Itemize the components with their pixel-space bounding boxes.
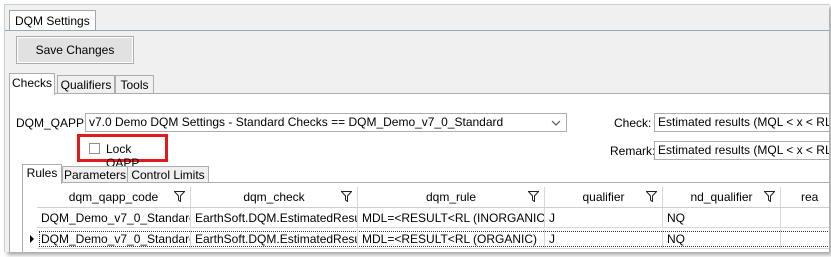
column-header-dqm-check[interactable]: dqm_check (191, 187, 358, 207)
filter-funnel-icon[interactable] (341, 191, 352, 202)
column-header-label: rea (801, 190, 819, 204)
column-header-label: dqm_rule (425, 190, 477, 204)
qapp-dropdown[interactable]: v7.0 Demo DQM Settings - Standard Checks… (85, 113, 567, 132)
cell-dqm-check[interactable]: EarthSoft.DQM.EstimatedResul (191, 229, 358, 249)
dqm-settings-window: DQM Settings Save Changes Checks Qualifi… (4, 4, 829, 252)
current-row-indicator-icon (30, 235, 34, 243)
cell-rea[interactable] (781, 229, 829, 249)
table-row[interactable]: DQM_Demo_v7_0_Standard EarthSoft.DQM.Est… (37, 229, 829, 249)
filter-funnel-icon[interactable] (174, 191, 185, 202)
filter-funnel-icon[interactable] (528, 191, 539, 202)
lock-qapp-highlight-box: Lock QAPP (77, 134, 168, 170)
cell-dqm-check[interactable]: EarthSoft.DQM.EstimatedResul (191, 208, 358, 228)
tab-tools[interactable]: Tools (115, 75, 154, 94)
grid-header: dqm_qapp_code dqm_check dqm_rule qualifi… (37, 187, 829, 208)
cell-dqm-rule[interactable]: MDL=<RESULT<RL (INORGANIC) (358, 208, 545, 228)
cell-dqm-rule[interactable]: MDL=<RESULT<RL (ORGANIC) (358, 229, 545, 249)
cell-nd-qualifier[interactable]: NQ (663, 208, 781, 228)
column-header-label: qualifier (582, 190, 625, 204)
tab-parameters[interactable]: Parameters (62, 166, 128, 183)
cell-dqm-qapp-code[interactable]: DQM_Demo_v7_0_Standard (37, 229, 191, 249)
remark-dropdown-value: Estimated results (MQL < x < RL) (658, 143, 829, 157)
column-header-dqm-rule[interactable]: dqm_rule (358, 187, 545, 207)
qapp-dropdown-value: v7.0 Demo DQM Settings - Standard Checks… (89, 115, 504, 129)
tab-control-limits[interactable]: Control Limits (127, 166, 209, 183)
save-changes-button[interactable]: Save Changes (16, 36, 134, 64)
chevron-down-icon (551, 120, 561, 126)
tab-rules[interactable]: Rules (22, 164, 62, 184)
column-header-qualifier[interactable]: qualifier (545, 187, 663, 207)
column-header-nd-qualifier[interactable]: nd_qualifier (663, 187, 781, 207)
column-header-label: dqm_check (243, 190, 305, 204)
remark-dropdown[interactable]: Estimated results (MQL < x < RL) (654, 141, 829, 160)
column-header-rea[interactable]: rea (781, 187, 829, 207)
cell-rea[interactable] (781, 208, 829, 228)
cell-qualifier[interactable]: J (545, 208, 663, 228)
column-header-label: dqm_qapp_code (68, 190, 159, 204)
doc-tab-divider (5, 30, 829, 31)
tab-checks[interactable]: Checks (9, 73, 55, 95)
cell-qualifier[interactable]: J (545, 229, 663, 249)
doc-tab-dqm-settings[interactable]: DQM Settings (9, 10, 96, 31)
cell-dqm-qapp-code[interactable]: DQM_Demo_v7_0_Standard (37, 208, 191, 228)
filter-funnel-icon[interactable] (646, 191, 657, 202)
qapp-label: DQM_QAPP: (16, 116, 88, 130)
tab-qualifiers[interactable]: Qualifiers (57, 75, 115, 94)
check-label: Check: (614, 116, 652, 130)
remark-label: Remark: (610, 144, 656, 158)
lock-qapp-checkbox[interactable] (89, 143, 100, 154)
checks-tab-panel: DQM_QAPP: v7.0 Demo DQM Settings - Stand… (9, 93, 829, 252)
check-dropdown[interactable]: Estimated results (MQL < x < RL) (654, 113, 829, 132)
cell-nd-qualifier[interactable]: NQ (663, 229, 781, 249)
table-row[interactable]: DQM_Demo_v7_0_Standard EarthSoft.DQM.Est… (37, 208, 829, 228)
rules-grid: dqm_qapp_code dqm_check dqm_rule qualifi… (22, 182, 829, 252)
filter-funnel-icon[interactable] (764, 191, 775, 202)
check-dropdown-value: Estimated results (MQL < x < RL) (658, 115, 829, 129)
column-header-dqm-qapp-code[interactable]: dqm_qapp_code (37, 187, 191, 207)
column-header-label: nd_qualifier (690, 190, 753, 204)
